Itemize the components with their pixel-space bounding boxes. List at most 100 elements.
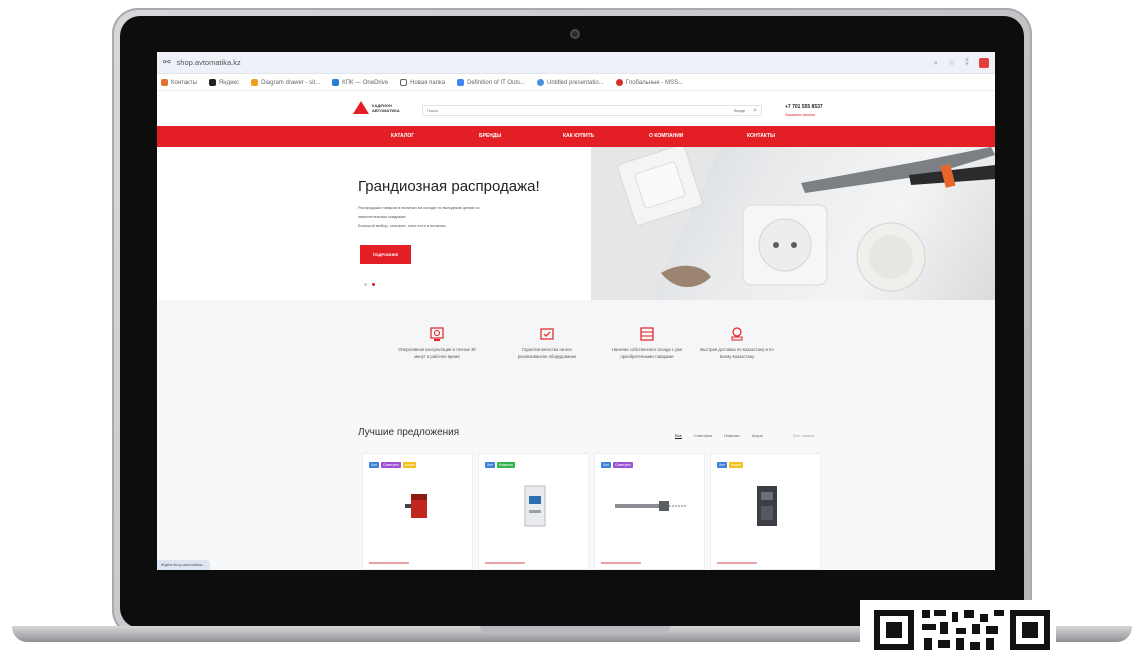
nav-item-brands[interactable]: БРЕНДЫ xyxy=(479,133,501,139)
qr-code xyxy=(860,600,1056,654)
logo-text: КАДРИОН АВТОМАТИКА xyxy=(372,102,400,113)
bookmark-favicon-icon xyxy=(615,79,623,86)
site-settings-icon[interactable]: ⚯ xyxy=(163,57,171,68)
site-logo[interactable]: КАДРИОН АВТОМАТИКА xyxy=(353,101,400,114)
status-bar: Ждём shop.avtomatika... xyxy=(157,560,210,570)
price-placeholder xyxy=(717,562,757,564)
product-badges: Хит Акция xyxy=(717,462,743,468)
nav-item-how-to-buy[interactable]: КАК КУПИТЬ xyxy=(563,133,594,139)
tab-sale[interactable]: Акции xyxy=(752,433,763,439)
badge-hit: Хит xyxy=(601,462,611,468)
nav-item-catalog[interactable]: КАТАЛОГ xyxy=(391,133,414,139)
badge-hit: Хит xyxy=(369,462,379,468)
browser-address-bar[interactable]: ⚯ shop.avtomatika.kz ⌕ ☆ ⁑ xyxy=(157,52,995,74)
features-section: Оперативная консультация и точные 30 мин… xyxy=(157,300,995,407)
price-placeholder xyxy=(485,562,525,564)
bookmark-item[interactable]: Контакты xyxy=(161,79,197,86)
all-products-link[interactable]: Все товары xyxy=(793,433,814,438)
product-image[interactable] xyxy=(749,484,785,528)
product-image[interactable] xyxy=(517,484,553,528)
consultant-icon xyxy=(430,327,444,341)
bookmark-favicon-icon xyxy=(161,79,168,86)
feature-item: Гарантия качества на все реализованное о… xyxy=(507,326,587,360)
feature-item: Быстрая доставка по Казахстану и по всем… xyxy=(697,326,777,360)
feature-text: Наличие собственного склада с уже приобр… xyxy=(611,347,683,359)
badge-new: Новинка xyxy=(496,462,515,468)
search-icon[interactable]: ⌕ xyxy=(753,107,757,115)
hero-more-button[interactable]: ПОДРОБНЕЕ xyxy=(360,245,411,264)
callback-link[interactable]: Заказать звонок xyxy=(785,112,823,117)
feature-text: Гарантия качества на все реализованное о… xyxy=(517,347,577,359)
badge-sale: Акция xyxy=(402,462,417,468)
bookmark-favicon-icon xyxy=(208,79,216,86)
camera-icon xyxy=(570,29,580,39)
qr-code-image xyxy=(874,610,1050,650)
hero-banner: Грандиозная распродажа! Распродажа товар… xyxy=(157,147,995,300)
hero-text-line: Большой выбор, спешите, пока есть в нали… xyxy=(358,223,447,228)
extension-icon[interactable]: ⁑ xyxy=(965,58,969,67)
bookmark-star-icon[interactable]: ☆ xyxy=(948,58,955,67)
slider-dot-active[interactable] xyxy=(372,283,375,286)
hero-text-line: значительными скидками. xyxy=(358,214,407,219)
product-image[interactable] xyxy=(613,496,689,516)
feature-text: Быстрая доставка по Казахстану и по всем… xyxy=(700,347,774,359)
tab-all[interactable]: Все xyxy=(675,433,682,439)
bookmark-item[interactable]: Новая папка xyxy=(400,79,445,86)
quality-icon xyxy=(540,328,554,340)
bookmark-label: Глобальные - MSS... xyxy=(625,79,684,86)
product-badges: Хит Советуем xyxy=(601,462,633,468)
bookmark-label: Untitled presentatio... xyxy=(547,79,604,86)
bookmark-item[interactable]: Яндекс xyxy=(208,79,240,86)
bookmark-favicon-icon xyxy=(537,79,545,86)
search-scope-select[interactable]: Везде xyxy=(734,108,745,113)
delivery-icon xyxy=(731,327,743,341)
feature-text: Оперативная консультация и точные 30 мин… xyxy=(398,347,476,359)
tab-recommended[interactable]: Советуем xyxy=(694,433,712,439)
slider-dot[interactable] xyxy=(364,283,367,286)
badge-recommended: Советуем xyxy=(612,462,633,468)
hero-text-line: Распродажа товаров в наличии на складе п… xyxy=(358,205,480,210)
logo-triangle-icon xyxy=(353,101,369,114)
nav-item-contacts[interactable]: КОНТАКТЫ xyxy=(747,133,775,139)
bookmark-item[interactable]: Untitled presentatio... xyxy=(537,79,604,86)
product-badges: Хит Советуем Акция xyxy=(369,462,417,468)
search-box: Везде ⌕ xyxy=(422,105,762,116)
bookmark-item[interactable]: Diagram drawer - sit... xyxy=(251,79,320,86)
bookmark-label: Новая папка xyxy=(410,79,446,86)
search-input[interactable] xyxy=(427,108,627,113)
bookmark-item[interactable]: КПК — OneDrive xyxy=(332,79,388,86)
zoom-icon[interactable]: ⌕ xyxy=(933,58,937,68)
product-image[interactable] xyxy=(401,488,437,524)
bookmark-label: Контакты xyxy=(171,79,197,86)
best-offers-section: Лучшие предложения Все Советуем Новинки … xyxy=(157,407,995,570)
product-card[interactable]: Хит Новинка xyxy=(478,453,589,570)
product-card[interactable]: Хит Советуем Акция xyxy=(362,453,473,570)
price-placeholder xyxy=(369,562,409,564)
browser-actions: ⌕ ☆ ⁑ xyxy=(933,57,989,68)
site-header: КАДРИОН АВТОМАТИКА Везде ⌕ +7 701 555 85… xyxy=(157,92,995,126)
tab-new[interactable]: Новинки xyxy=(724,433,740,439)
laptop-screen: ⚯ shop.avtomatika.kz ⌕ ☆ ⁑ Контакты Янде… xyxy=(157,52,995,570)
bookmarks-bar: Контакты Яндекс Diagram drawer - sit... … xyxy=(157,75,995,91)
url-text[interactable]: shop.avtomatika.kz xyxy=(177,58,241,67)
phone-number[interactable]: +7 701 555 8537 xyxy=(785,104,823,110)
badge-sale: Акция xyxy=(728,462,743,468)
feature-item: Оперативная консультация и точные 30 мин… xyxy=(397,326,477,360)
product-card[interactable]: Хит Советуем xyxy=(594,453,705,570)
nav-item-about[interactable]: О КОМПАНИИ xyxy=(649,133,683,139)
bookmark-label: КПК — OneDrive xyxy=(342,79,389,86)
feature-item: Наличие собственного склада с уже приобр… xyxy=(607,326,687,360)
bookmark-label: Яндекс xyxy=(218,79,240,86)
bookmark-item[interactable]: Definition of IT Outs... xyxy=(457,79,525,86)
badge-hit: Хит xyxy=(485,462,495,468)
warehouse-icon xyxy=(640,327,654,341)
bookmark-favicon-icon xyxy=(457,79,465,86)
extension-red-icon[interactable] xyxy=(979,57,989,68)
hero-text: Распродажа товаров в наличии на складе п… xyxy=(358,203,558,230)
electrical-accessories-image xyxy=(591,147,995,300)
bookmark-item[interactable]: Глобальные - MSS... xyxy=(615,79,684,86)
laptop-notch xyxy=(480,626,670,634)
bookmark-favicon-icon xyxy=(332,79,340,86)
price-placeholder xyxy=(601,562,641,564)
product-card[interactable]: Хит Акция xyxy=(710,453,821,570)
